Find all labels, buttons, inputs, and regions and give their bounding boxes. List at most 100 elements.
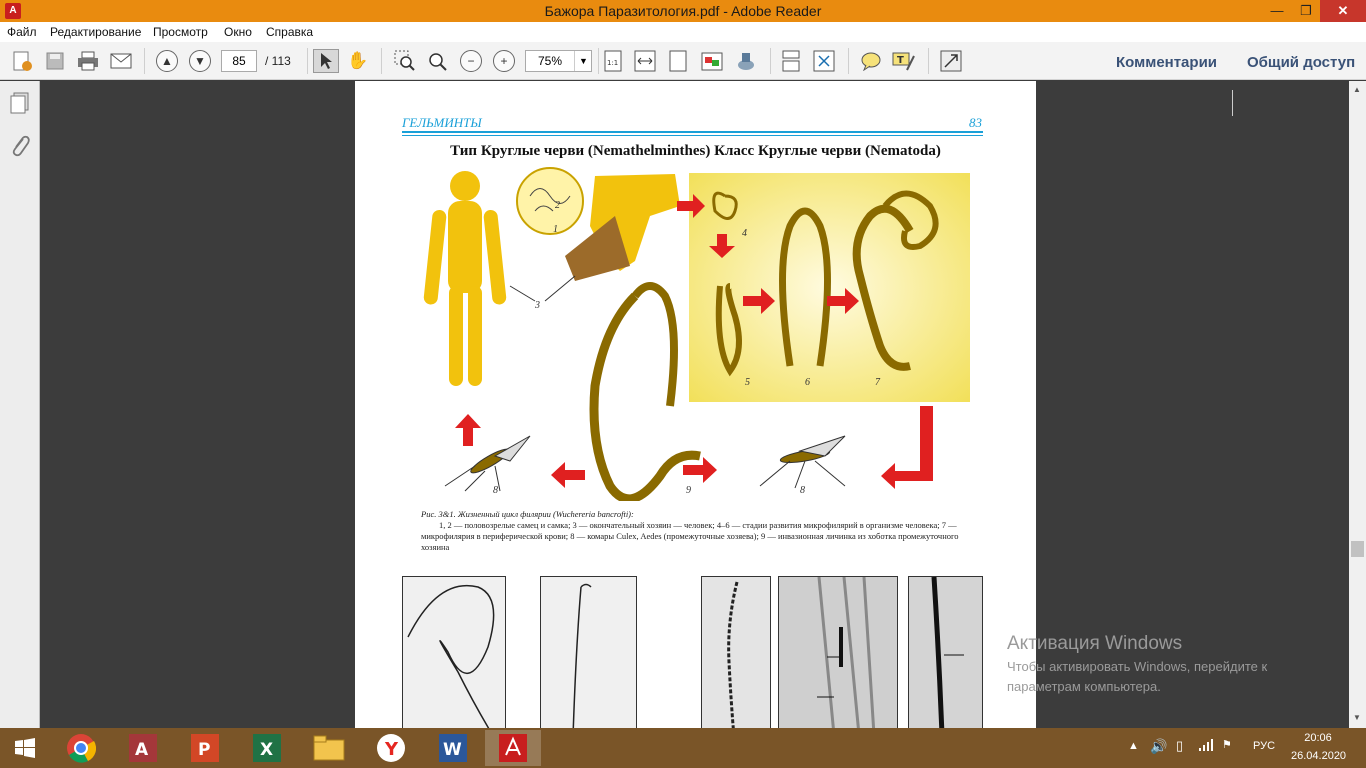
zoom-out-icon[interactable]: − — [458, 49, 484, 73]
network-icon[interactable] — [1198, 738, 1214, 755]
start-button[interactable] — [0, 730, 50, 766]
toolbar-separator — [1232, 90, 1233, 116]
select-tool-icon[interactable] — [313, 49, 339, 73]
language-indicator[interactable]: РУС — [1253, 740, 1275, 752]
page-display-icon[interactable] — [699, 49, 725, 73]
fit-width-icon[interactable] — [632, 49, 658, 73]
powerpoint-icon[interactable]: P — [177, 730, 233, 766]
caption-body: 1, 2 — половозрелые самец и самка; 3 — о… — [421, 520, 959, 552]
fig-label-1: 1 — [553, 224, 558, 235]
toolbar-separator — [848, 48, 849, 74]
fig-label-3: 3 — [534, 300, 540, 311]
fig-label-9: 9 — [686, 485, 691, 496]
close-button[interactable]: ✕ — [1320, 0, 1366, 22]
scrollbar-thumb[interactable] — [1351, 541, 1364, 557]
save-icon[interactable] — [42, 49, 68, 73]
human-host — [423, 171, 507, 386]
next-page-icon[interactable]: ▼ — [187, 49, 213, 73]
mosquito-right — [759, 435, 846, 489]
tray-expand-icon[interactable]: ▲ — [1128, 740, 1139, 752]
page-number-input[interactable]: 85 — [221, 50, 257, 72]
word-icon[interactable]: W — [425, 730, 481, 766]
clock-time[interactable]: 20:06 — [1296, 732, 1340, 744]
window-title: Бажора Паразитология.pdf - Adobe Reader — [544, 3, 822, 19]
page-thumbnails-icon[interactable] — [9, 92, 31, 119]
scroll-mode-icon[interactable] — [778, 49, 804, 73]
micrograph-5 — [908, 576, 983, 728]
adobe-reader-taskbar-icon[interactable] — [485, 730, 541, 766]
svg-text:W: W — [443, 740, 462, 760]
page-total: / 113 — [265, 54, 291, 68]
zoom-in-icon[interactable]: + — [491, 49, 517, 73]
header-rule — [402, 131, 983, 133]
clock-date[interactable]: 26.04.2020 — [1291, 750, 1346, 762]
zoom-value: 75% — [537, 54, 563, 68]
menu-window[interactable]: Окно — [224, 25, 252, 39]
svg-text:T: T — [897, 55, 904, 66]
micrograph-1 — [402, 576, 506, 728]
dynamic-zoom-icon[interactable] — [425, 49, 451, 73]
micrograph-4 — [778, 576, 898, 728]
menu-bar: Файл Редактирование Просмотр Окно Справк… — [0, 22, 1366, 42]
toolbar-separator — [598, 48, 599, 74]
toolbar-separator — [770, 48, 771, 74]
minimize-button[interactable]: — — [1262, 0, 1292, 22]
running-header-page-number: 83 — [969, 115, 982, 130]
caption-title: Рис. 3&1. Жизненный цикл филярии (Wucher… — [421, 509, 634, 519]
yandex-browser-icon[interactable]: Y — [363, 730, 419, 766]
navigation-panel — [0, 81, 40, 728]
email-icon[interactable] — [108, 49, 134, 73]
scroll-down-icon[interactable]: ▼ — [1353, 713, 1361, 722]
fig-label-5: 5 — [745, 377, 750, 388]
pdf-page: ГЕЛЬМИНТЫ 83 Тип Круглые черви (Nemathel… — [355, 81, 1036, 728]
menu-help[interactable]: Справка — [266, 25, 313, 39]
volume-icon[interactable]: 🔊 — [1150, 738, 1167, 755]
activation-subtitle: Чтобы активировать Windows, перейдите к … — [1007, 659, 1268, 694]
read-aloud-icon[interactable] — [733, 49, 759, 73]
svg-text:Y: Y — [384, 739, 399, 760]
share-button[interactable]: Общий доступ — [1247, 54, 1355, 71]
pointer-line — [509, 285, 536, 302]
actual-size-icon[interactable]: 1:1 — [600, 49, 626, 73]
chrome-icon[interactable] — [53, 730, 109, 766]
windows-activation-watermark: Активация Windows Чтобы активировать Win… — [1007, 633, 1327, 697]
pointer-line — [544, 275, 576, 302]
svg-text:1:1: 1:1 — [607, 59, 618, 67]
menu-file[interactable]: Файл — [7, 25, 37, 39]
hand-tool-icon[interactable]: ✋ — [345, 49, 371, 73]
mosquito-left — [444, 435, 531, 492]
fig-label-6: 6 — [805, 377, 810, 388]
print-icon[interactable] — [75, 49, 101, 73]
full-screen-icon[interactable] — [811, 49, 837, 73]
adult-worms-lens — [516, 167, 584, 235]
zoom-select[interactable]: 75% ▼ — [525, 50, 592, 72]
stage-9-tail — [631, 282, 678, 407]
toolbar-separator — [928, 48, 929, 74]
marquee-zoom-icon[interactable] — [392, 49, 418, 73]
access-icon[interactable]: A — [115, 730, 171, 766]
file-explorer-icon[interactable] — [301, 730, 357, 766]
flag-icon[interactable]: ⚑ — [1222, 738, 1232, 751]
previous-page-icon[interactable]: ▲ — [154, 49, 180, 73]
battery-icon[interactable]: ▯ — [1176, 738, 1183, 754]
expand-icon[interactable] — [938, 49, 964, 73]
activation-title: Активация Windows — [1007, 633, 1183, 654]
menu-edit[interactable]: Редактирование — [50, 25, 141, 39]
fig-label-4: 4 — [742, 228, 747, 239]
comment-icon[interactable] — [858, 49, 884, 73]
fit-page-icon[interactable] — [665, 49, 691, 73]
vertical-scrollbar[interactable]: ▲ ▼ — [1349, 81, 1366, 728]
menu-view[interactable]: Просмотр — [153, 25, 208, 39]
create-pdf-icon[interactable] — [9, 49, 35, 73]
highlight-icon[interactable]: T — [891, 49, 917, 73]
comments-button[interactable]: Комментарии — [1116, 54, 1217, 71]
fig-label-2: 2 — [555, 200, 560, 211]
paperclip-icon[interactable] — [9, 134, 31, 163]
chevron-down-icon[interactable]: ▼ — [574, 51, 592, 71]
excel-icon[interactable]: X — [239, 730, 295, 766]
maximize-button[interactable]: ❐ — [1292, 0, 1320, 22]
scroll-up-icon[interactable]: ▲ — [1353, 85, 1361, 94]
toolbar-separator — [381, 48, 382, 74]
section-title: Тип Круглые черви (Nemathelminthes) Клас… — [450, 143, 941, 159]
svg-text:A: A — [135, 740, 149, 760]
